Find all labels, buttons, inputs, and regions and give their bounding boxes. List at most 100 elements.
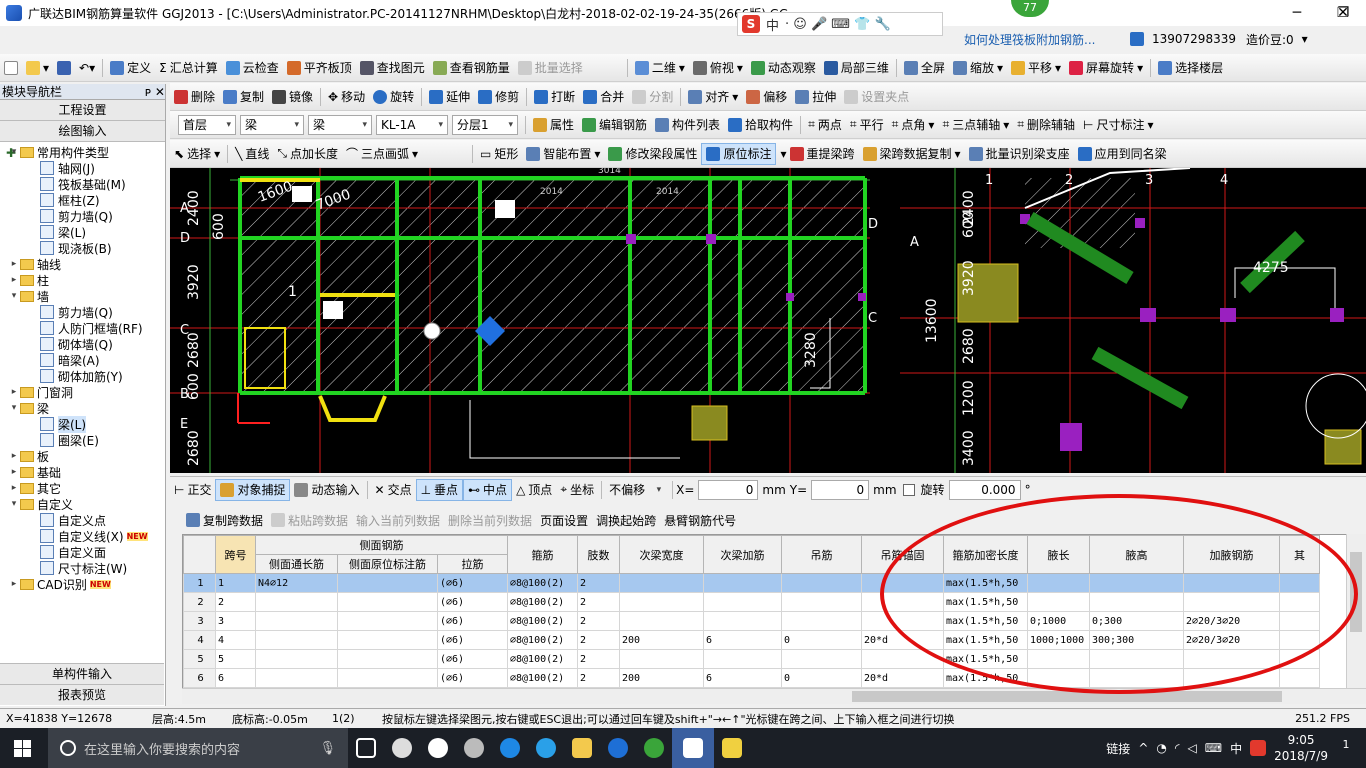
split-button[interactable]: 分割	[628, 86, 677, 108]
y-input[interactable]	[811, 479, 870, 500]
table-cell[interactable]: (⌀6)	[437, 592, 508, 612]
ggj-app-icon[interactable]	[672, 728, 714, 768]
table-cell[interactable]: (⌀6)	[437, 630, 508, 650]
col-header[interactable]: 腋长	[1027, 535, 1090, 574]
undo-icon[interactable]: ↶▾	[75, 57, 99, 79]
input-column-data-button[interactable]: 输入当前列数据	[352, 509, 444, 531]
extend-button[interactable]: 延伸	[425, 86, 474, 108]
tree-item[interactable]: 砌体加筋(Y)	[0, 368, 164, 384]
table-cell[interactable]	[1183, 649, 1280, 669]
table-cell[interactable]	[781, 649, 862, 669]
copy-span-data-button[interactable]: 梁跨数据复制 ▾	[859, 143, 965, 165]
table-cell[interactable]: (⌀6)	[437, 573, 508, 593]
col-header[interactable]: 侧面原位标注筋	[337, 554, 438, 574]
table-cell[interactable]: 2	[215, 592, 256, 612]
col-header[interactable]: 次梁加筋	[703, 535, 782, 574]
table-cell[interactable]: 20*d	[861, 630, 944, 650]
tree-item[interactable]: 尺寸标注(W)	[0, 560, 164, 576]
input-lang[interactable]: 中	[1230, 740, 1242, 757]
cad-drawing[interactable]: A D C B E D A C 1 2 3 4 2400 600 3920 26…	[170, 168, 1366, 473]
tree-folder[interactable]: ▾ 常用构件类型	[0, 144, 164, 160]
table-cell[interactable]	[1279, 573, 1320, 593]
apply-same-name-button[interactable]: 应用到同名梁	[1074, 143, 1171, 165]
table-cell[interactable]	[703, 649, 782, 669]
drawing-input-tab[interactable]: 绘图输入	[0, 121, 165, 142]
offset-button[interactable]: 偏移	[742, 86, 791, 108]
col-header[interactable]: 侧面通长筋	[255, 554, 338, 574]
network-icon[interactable]: ◔	[1156, 741, 1166, 755]
green-app-icon[interactable]	[636, 728, 672, 768]
table-cell[interactable]	[337, 611, 438, 631]
parallel-button[interactable]: ⌗ 平行	[846, 114, 888, 136]
table-cell[interactable]: 6	[215, 668, 256, 688]
table-cell[interactable]: N4⌀12	[255, 573, 338, 593]
object-snap-toggle[interactable]: 对象捕捉	[215, 478, 291, 501]
dynamic-input-toggle[interactable]: 动态输入	[290, 479, 363, 501]
col-header[interactable]: 拉筋	[437, 554, 508, 574]
tree-item[interactable]: 轴网(J)	[0, 160, 164, 176]
table-cell[interactable]: 2	[577, 668, 620, 688]
table-cell[interactable]	[619, 649, 704, 669]
table-cell[interactable]	[1183, 668, 1280, 688]
table-horizontal-scrollbar[interactable]	[182, 688, 1366, 704]
ortho-toggle[interactable]: ⊢ 正交	[170, 479, 215, 501]
start-windows-icon[interactable]	[14, 740, 31, 757]
category-select[interactable]: 梁	[240, 114, 304, 135]
tree-folder[interactable]: ▸ 门窗洞	[0, 384, 164, 400]
local-3d-button[interactable]: 局部三维	[820, 57, 893, 79]
delete-button[interactable]: 删除	[170, 86, 219, 108]
tree-folder[interactable]: ▾ 梁	[0, 400, 164, 416]
table-cell[interactable]	[255, 630, 338, 650]
tree-item[interactable]: 筏板基础(M)	[0, 176, 164, 192]
table-cell[interactable]	[1089, 592, 1184, 612]
table-cell[interactable]	[1279, 592, 1320, 612]
tree-folder[interactable]: ▾ 自定义	[0, 496, 164, 512]
intersection-snap[interactable]: ✕ 交点	[371, 479, 416, 501]
ie-icon[interactable]	[528, 728, 564, 768]
clock[interactable]: 9:05 2018/7/9	[1274, 732, 1328, 764]
table-cell[interactable]: max(1.5*h,50	[943, 668, 1028, 688]
notification-center-icon[interactable]: 1	[1336, 738, 1356, 758]
top-view-button[interactable]: 俯视 ▾	[689, 57, 747, 79]
tree-item[interactable]: 自定义面	[0, 544, 164, 560]
cantilever-rebar-code-button[interactable]: 悬臂钢筋代号	[660, 509, 740, 531]
x-input[interactable]	[698, 479, 759, 500]
table-cell[interactable]	[703, 611, 782, 631]
row-number[interactable]: 6	[183, 668, 216, 688]
table-cell[interactable]	[337, 592, 438, 612]
table-cell[interactable]	[1027, 649, 1090, 669]
task-view-icon[interactable]	[348, 728, 384, 768]
rotate-checkbox[interactable]	[902, 483, 915, 496]
chevron-up-icon[interactable]: ^	[1138, 741, 1148, 755]
table-cell[interactable]	[255, 649, 338, 669]
expand-toggle-icon[interactable]: ▾	[8, 499, 20, 509]
glodon-g-icon[interactable]	[600, 728, 636, 768]
col-header[interactable]: 吊筋锚固	[861, 535, 944, 574]
break-button[interactable]: 打断	[530, 86, 579, 108]
midpoint-snap[interactable]: ⊷ 中点	[463, 478, 513, 501]
batch-identify-support-button[interactable]: 批量识别梁支座	[965, 143, 1074, 165]
copy-button[interactable]: 复制	[219, 86, 268, 108]
trim-button[interactable]: 修剪	[474, 86, 523, 108]
table-cell[interactable]	[781, 611, 862, 631]
tray-link[interactable]: 链接	[1106, 740, 1130, 757]
table-cell[interactable]: ⌀8@100(2)	[507, 611, 578, 631]
col-header[interactable]: 箍筋加密长度	[943, 535, 1028, 574]
ime-toolbar[interactable]: S 中 · ☺ 🎤 ⌨ 👕 🔧	[737, 12, 943, 36]
table-cell[interactable]	[1183, 573, 1280, 593]
table-row[interactable]: 5 5 (⌀6) ⌀8@100(2) 2 max(1.5*h,50	[183, 649, 1320, 669]
tree-item[interactable]: 圈梁(E)	[0, 432, 164, 448]
tree-item[interactable]: 框柱(Z)	[0, 192, 164, 208]
in-situ-annotation-button[interactable]: 原位标注	[701, 142, 777, 165]
sogou-tray-icon[interactable]	[1250, 740, 1267, 756]
select-floor-button[interactable]: 选择楼层	[1154, 57, 1227, 79]
floor-select[interactable]: 首层	[178, 114, 236, 135]
table-row[interactable]: 4 4 (⌀6) ⌀8@100(2) 2 200 6 0 20*d max(1.5*h,50 100…	[183, 630, 1320, 650]
table-cell[interactable]: 1000;1000	[1027, 630, 1090, 650]
tree-item[interactable]: 剪力墙(Q)	[0, 208, 164, 224]
col-header[interactable]: 加腋钢筋	[1183, 535, 1280, 574]
expand-toggle-icon[interactable]: ▾	[8, 403, 20, 413]
table-cell[interactable]	[1027, 668, 1090, 688]
ime-mode[interactable]: 中	[766, 15, 779, 34]
single-component-input-tab[interactable]: 单构件输入	[0, 663, 164, 684]
